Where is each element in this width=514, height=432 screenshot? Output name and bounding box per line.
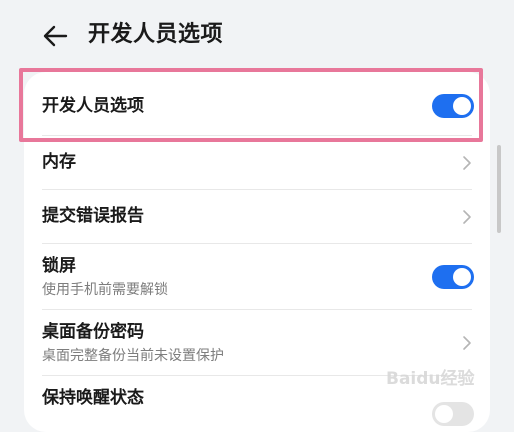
memory-row[interactable]: 内存: [24, 136, 490, 190]
developer-options-toggle[interactable]: [432, 94, 474, 118]
screen-lock-description: 使用手机前需要解锁: [42, 282, 168, 298]
screen-lock-row[interactable]: 锁屏 使用手机前需要解锁: [24, 244, 490, 310]
screen-lock-toggle[interactable]: [432, 265, 474, 289]
developer-options-row[interactable]: 开发人员选项: [24, 72, 490, 136]
bug-report-row[interactable]: 提交错误报告: [24, 190, 490, 244]
desktop-backup-password-description: 桌面完整备份当前未设置保护: [42, 348, 224, 364]
toggle-knob: [453, 268, 471, 286]
header: 开发人员选项: [0, 0, 514, 70]
stay-awake-toggle[interactable]: [432, 402, 474, 426]
toggle-knob: [435, 405, 453, 423]
toggle-knob: [453, 97, 471, 115]
chevron-right-icon: [463, 156, 471, 170]
developer-options-label: 开发人员选项: [42, 96, 144, 116]
desktop-backup-password-label: 桌面备份密码: [42, 322, 144, 342]
watermark: Baidu经验: [386, 369, 475, 389]
chevron-right-icon: [463, 210, 471, 224]
page-title: 开发人员选项: [88, 22, 224, 47]
back-button[interactable]: [38, 18, 74, 54]
screen-lock-label: 锁屏: [42, 256, 76, 276]
scrollbar[interactable]: [497, 145, 501, 233]
stay-awake-label: 保持唤醒状态: [42, 388, 144, 408]
memory-label: 内存: [42, 152, 76, 172]
arrow-left-icon: [43, 25, 68, 47]
bug-report-label: 提交错误报告: [42, 206, 144, 226]
chevron-right-icon: [463, 336, 471, 350]
